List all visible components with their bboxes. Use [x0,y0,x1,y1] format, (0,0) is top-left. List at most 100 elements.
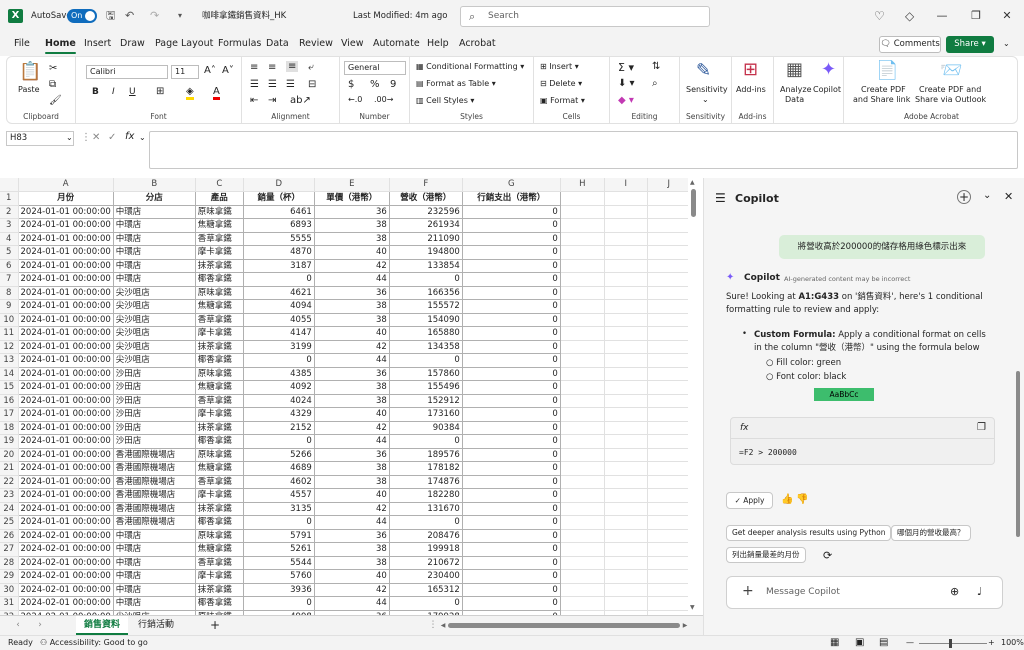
cell[interactable]: 36 [314,286,390,300]
cell[interactable]: 44 [314,596,390,611]
scroll-up-icon[interactable]: ▲ [690,179,695,186]
row-number[interactable]: 30 [0,583,19,597]
cell[interactable]: 2024-01-01 00:00:00 [18,367,114,381]
cell[interactable]: 199918 [389,542,463,557]
row-number[interactable]: 12 [0,340,19,354]
tab-formulas[interactable]: Formulas [218,32,261,56]
cell[interactable] [560,380,605,395]
tab-home[interactable]: Home [45,32,76,56]
cell[interactable]: 中環店 [113,569,196,584]
prev-sheet-icon[interactable]: ‹ [12,616,24,635]
cell[interactable]: 0 [389,515,463,530]
cell[interactable]: 0 [462,326,561,341]
cell[interactable] [647,245,691,260]
cell[interactable]: 焦糖拿鐵 [195,299,244,314]
cell[interactable]: 5555 [243,232,315,246]
customize-toolbar-icon[interactable]: ▾ [178,0,182,32]
cell[interactable]: 2024-01-01 00:00:00 [18,475,114,489]
formula-input[interactable] [149,131,1018,169]
cell[interactable] [647,502,691,516]
cell[interactable]: 焦糖拿鐵 [195,461,244,476]
cell[interactable]: 4024 [243,394,315,408]
addins-icon[interactable]: ⊞ [743,59,758,80]
cell[interactable]: 香草拿鐵 [195,394,244,408]
cell[interactable]: 0 [462,448,561,462]
cell[interactable] [560,394,605,408]
globe-icon[interactable]: ⊕ [950,585,959,598]
cell[interactable]: 2024-01-01 00:00:00 [18,461,114,476]
cell[interactable]: 40 [314,245,390,260]
cell[interactable]: 焦糖拿鐵 [195,380,244,395]
cell[interactable]: 0 [243,272,315,287]
cell[interactable]: 38 [314,394,390,408]
row-number[interactable]: 26 [0,529,19,543]
orientation-icon[interactable]: ab↗ [290,95,311,106]
row-number[interactable]: 17 [0,407,19,422]
autosave-toggle[interactable]: On [67,9,97,23]
cell[interactable]: 40 [314,326,390,341]
cell[interactable]: 44 [314,272,390,287]
cell[interactable] [604,434,648,449]
cell-styles-button[interactable]: ▥ Cell Styles ▾ [416,96,474,105]
cell[interactable]: 中環店 [113,245,196,260]
cell[interactable]: 154090 [389,313,463,327]
minimize-icon[interactable]: — [925,0,959,32]
decrease-indent-icon[interactable]: ⇤ [250,95,258,106]
cell[interactable]: 中環店 [113,259,196,273]
column-header[interactable]: E [314,178,390,192]
undo-icon[interactable]: ↶ [125,0,134,32]
cell[interactable]: 4621 [243,286,315,300]
scroll-down-icon[interactable]: ▼ [690,604,695,611]
cell[interactable] [560,421,605,435]
cell[interactable] [647,488,691,503]
cell[interactable] [647,326,691,341]
cell[interactable]: 2024-01-01 00:00:00 [18,286,114,300]
cell[interactable]: 0 [243,515,315,530]
paste-icon[interactable]: 📋 [19,61,41,82]
cell[interactable]: 157860 [389,367,463,381]
header-cell[interactable]: 單價（港幣） [314,191,390,206]
name-box[interactable]: H83 [6,131,74,146]
row-number[interactable]: 13 [0,353,19,368]
cell[interactable]: 189576 [389,448,463,462]
cell[interactable]: 焦糖拿鐵 [195,218,244,233]
align-top-icon[interactable]: ≡ [250,62,258,73]
cell[interactable]: 尖沙咀店 [113,326,196,341]
cell[interactable]: 摩卡拿鐵 [195,407,244,422]
cell[interactable] [604,272,648,287]
cell[interactable] [604,488,648,503]
cell[interactable]: 0 [462,367,561,381]
cell[interactable]: 166356 [389,286,463,300]
cell[interactable]: 36 [314,529,390,543]
cell[interactable]: 5791 [243,529,315,543]
cell[interactable]: 中環店 [113,272,196,287]
cell[interactable] [647,340,691,354]
cell[interactable]: 抹茶拿鐵 [195,340,244,354]
cell[interactable] [560,461,605,476]
cell[interactable]: 2024-01-01 00:00:00 [18,515,114,530]
search-box[interactable]: ⌕ Search [460,6,710,27]
column-header[interactable]: H [560,178,605,192]
suggestion-chip-top-month[interactable]: 哪個月的營收最高？ [891,525,971,541]
diamond-icon[interactable]: ◇ [905,0,914,32]
cell[interactable]: 0 [462,488,561,503]
cell[interactable]: 0 [462,313,561,327]
cell[interactable]: 2024-01-01 00:00:00 [18,421,114,435]
cell[interactable]: 原味拿鐵 [195,367,244,381]
cell[interactable] [604,475,648,489]
cell[interactable]: 36 [314,448,390,462]
row-number[interactable]: 14 [0,367,19,381]
tab-draw[interactable]: Draw [120,32,145,56]
cell[interactable]: 尖沙咀店 [113,353,196,368]
cell[interactable]: 38 [314,299,390,314]
cell[interactable]: 211090 [389,232,463,246]
cell[interactable]: 2024-02-01 00:00:00 [18,569,114,584]
copilot-button[interactable]: Copilot [813,85,841,94]
cell[interactable]: 2024-01-01 00:00:00 [18,313,114,327]
cell[interactable] [560,502,605,516]
cell[interactable] [604,286,648,300]
cell[interactable]: 沙田店 [113,367,196,381]
cell[interactable] [604,326,648,341]
autosum-icon[interactable]: Σ ▾ [618,61,634,74]
cell[interactable]: 香港國際機場店 [113,475,196,489]
